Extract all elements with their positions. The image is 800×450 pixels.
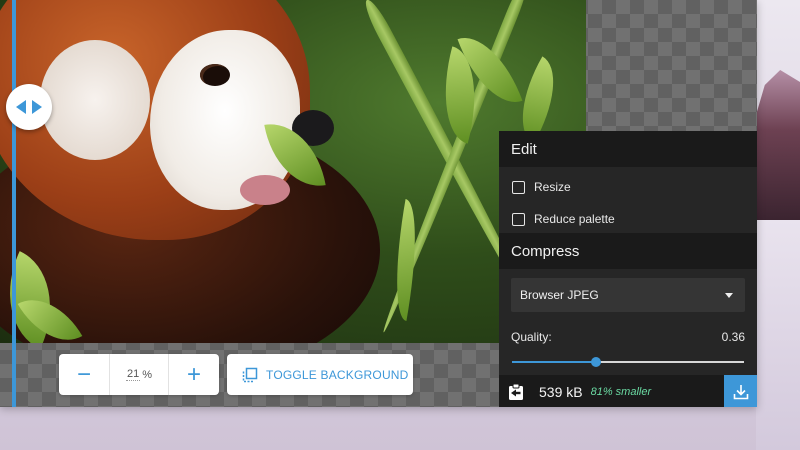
zoom-level-field[interactable]: 21 % bbox=[109, 354, 169, 395]
quality-slider[interactable] bbox=[512, 356, 744, 368]
quality-label: Quality: bbox=[511, 330, 552, 344]
compare-divider[interactable] bbox=[6, 0, 52, 407]
red-panda-mouth bbox=[240, 175, 290, 205]
edit-section-title: Edit bbox=[499, 131, 757, 167]
size-saving-text: 81% smaller bbox=[590, 386, 652, 398]
zoom-out-button[interactable]: − bbox=[59, 354, 109, 395]
compare-handle[interactable] bbox=[6, 84, 52, 130]
chevron-down-icon bbox=[725, 292, 733, 298]
download-button[interactable] bbox=[724, 375, 757, 407]
resize-checkbox[interactable] bbox=[512, 180, 525, 194]
reduce-palette-label: Reduce palette bbox=[534, 212, 615, 226]
split-arrows-icon bbox=[16, 100, 42, 114]
edit-section: Resize Reduce palette bbox=[499, 167, 757, 233]
quality-value[interactable]: 0.36 bbox=[722, 330, 745, 344]
wallpaper-mountain bbox=[756, 70, 800, 220]
output-file-size: 539 kB bbox=[539, 384, 583, 400]
quality-slider-fill bbox=[512, 361, 596, 363]
reduce-palette-option[interactable]: Reduce palette bbox=[499, 203, 757, 235]
copy-settings-button[interactable] bbox=[499, 383, 533, 401]
zoom-level-unit: % bbox=[142, 368, 153, 381]
zoom-control: − 21 % + bbox=[59, 354, 219, 395]
quality-slider-thumb[interactable] bbox=[590, 357, 601, 367]
layers-icon bbox=[242, 367, 258, 382]
result-bar: 539 kB 81% smaller bbox=[499, 375, 757, 407]
quality-row: Quality: 0.36 bbox=[511, 330, 745, 344]
compression-method-select[interactable]: Browser JPEG bbox=[511, 278, 745, 312]
download-icon bbox=[733, 385, 748, 400]
wallpaper-haze bbox=[756, 220, 800, 450]
resize-option[interactable]: Resize bbox=[499, 171, 757, 203]
copy-settings-icon bbox=[509, 383, 523, 400]
reduce-palette-checkbox[interactable] bbox=[512, 212, 525, 226]
toggle-background-button[interactable]: TOGGLE BACKGROUND bbox=[227, 354, 413, 395]
desktop-background bbox=[756, 0, 800, 450]
red-panda-cheek bbox=[40, 40, 150, 160]
options-panel: Edit Resize Reduce palette Compress Brow… bbox=[499, 131, 757, 407]
toggle-background-label: TOGGLE BACKGROUND bbox=[266, 367, 409, 382]
compress-section: Browser JPEG Quality: 0.36 bbox=[499, 269, 757, 375]
bamboo-leaf bbox=[384, 199, 428, 321]
compression-method-value: Browser JPEG bbox=[520, 288, 599, 302]
compress-section-title: Compress bbox=[499, 233, 757, 269]
red-panda-eye bbox=[200, 64, 230, 86]
app-window: − 21 % + TOGGLE BACKGROUND Edit Resize R… bbox=[0, 0, 757, 407]
resize-label: Resize bbox=[534, 180, 571, 194]
zoom-level-value[interactable]: 21 bbox=[125, 368, 141, 381]
zoom-in-button[interactable]: + bbox=[169, 354, 219, 395]
